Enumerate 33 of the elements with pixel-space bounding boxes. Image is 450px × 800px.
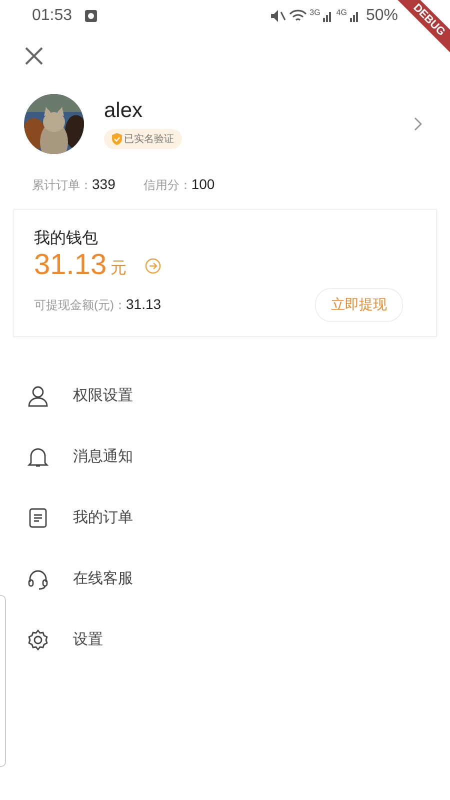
person-icon [27,384,49,406]
signal-icon [350,10,360,22]
bell-icon [27,446,49,468]
badge-label: 已实名验证 [124,132,174,146]
wallet-amount: 31.13 [34,249,107,282]
withdrawable-value: 31.13 [126,296,162,312]
chevron-right-icon[interactable] [414,117,422,131]
menu-item[interactable]: 设置 [0,609,450,670]
network-label: 4G [336,8,347,17]
menu-item[interactable]: 我的订单 [0,487,450,548]
withdrawable-label: 可提现金额(元)： [34,298,126,312]
signal-icon [323,10,334,22]
status-time: 01:53 [32,7,72,25]
menu-item[interactable]: 在线客服 [0,548,450,609]
stat-value: 339 [92,176,116,192]
user-name: alex [104,99,143,123]
currency-unit: 元 [110,259,127,279]
stat-label: 累计订单： [32,178,92,192]
settings-icon [27,628,49,650]
menu-item[interactable]: 消息通知 [0,426,450,487]
wallet-title: 我的钱包 [34,228,99,249]
document-icon [27,506,49,528]
menu-item[interactable]: 权限设置 [0,365,450,426]
stat-value: 100 [191,176,215,192]
shield-icon [112,133,122,145]
network-label: 3G [310,8,320,17]
stat-label: 信用分： [143,178,192,192]
notification-icon [85,10,98,22]
battery-level: 50% [366,7,398,25]
headset-icon [27,568,49,590]
arrow-right-icon[interactable] [144,258,161,274]
wifi-icon [288,9,307,23]
mute-icon [270,9,286,23]
